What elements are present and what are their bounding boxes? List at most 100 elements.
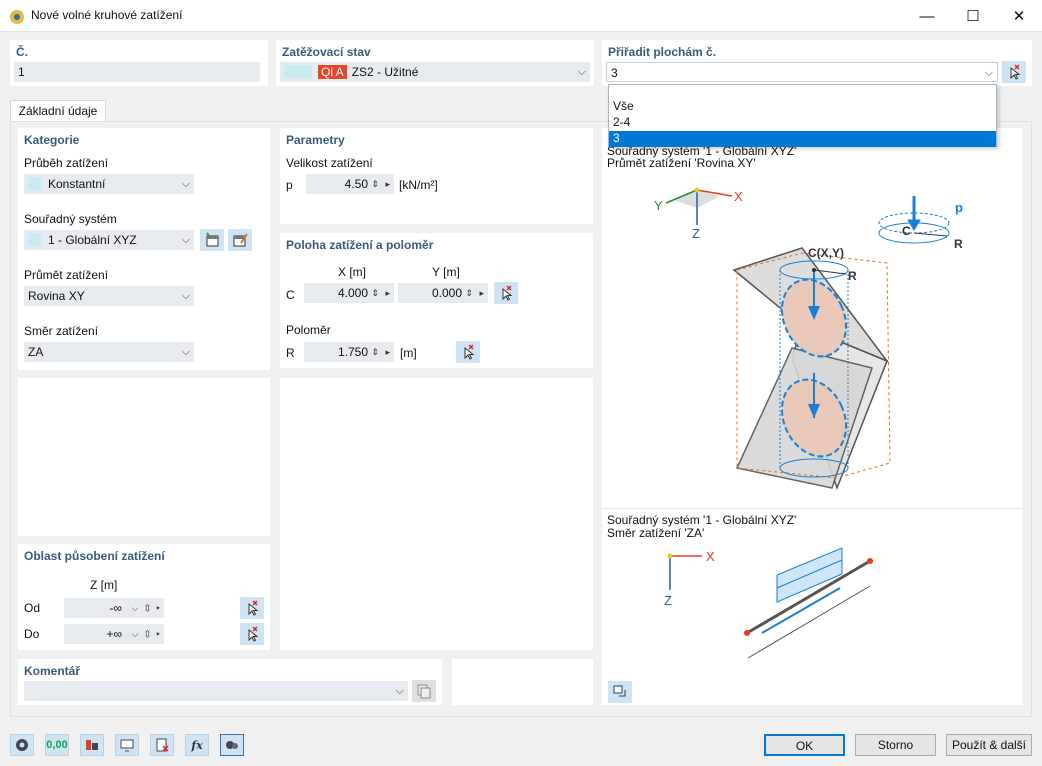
c-symbol-label: C	[902, 224, 911, 238]
loadcase-label: Zatěžovací stav	[282, 45, 371, 59]
color-swatch	[28, 233, 42, 246]
to-field[interactable]: +∞ ⌵ ⇕ ▸	[64, 624, 164, 644]
empty-panel	[18, 378, 270, 536]
pick-to-button[interactable]	[240, 623, 264, 645]
position-panel: Poloha zatížení a poloměr X [m] Y [m] C …	[280, 233, 593, 368]
p-field[interactable]: 4.50 ⇕ ▸	[306, 174, 394, 194]
preview-toggle-button[interactable]	[608, 681, 632, 703]
magnitude-label: Velikost zatížení	[286, 156, 373, 170]
loadcase-value: ZS2 - Užitné	[351, 65, 419, 79]
to-value: +∞	[106, 627, 122, 641]
projection-dropdown[interactable]: Rovina XY ⌵	[24, 286, 194, 306]
assign-dropdown[interactable]: 3 ⌵	[606, 62, 998, 82]
preview-diagram: X Y Z p C R C(X,Y) R X Z	[654, 187, 963, 659]
comment-title: Komentář	[24, 664, 81, 678]
chevron-down-icon: ⌵	[181, 290, 190, 302]
direction-dropdown[interactable]: ZA ⌵	[24, 342, 194, 362]
empty-panel-small	[452, 659, 593, 705]
c-label: C	[286, 288, 295, 302]
spin-icon[interactable]: ⇕ ▸	[371, 342, 392, 362]
category-panel: Kategorie Průběh zatížení Konstantní ⌵ So…	[18, 128, 270, 370]
spin-chevron-icon[interactable]: ⌵ ⇕ ▸	[132, 598, 162, 618]
pick-center-button[interactable]	[494, 282, 518, 304]
copy-comment-button[interactable]	[412, 680, 436, 702]
y-header: Y [m]	[432, 265, 460, 279]
from-value: -∞	[109, 601, 122, 615]
formula-button[interactable]: fx	[185, 734, 209, 756]
comment-dropdown[interactable]: ⌵	[24, 681, 408, 701]
apply-next-button[interactable]: Použít & další	[946, 734, 1032, 756]
pick-from-button[interactable]	[240, 597, 264, 619]
search-icon	[16, 739, 28, 751]
cursor-pick-icon	[248, 626, 259, 642]
spin-icon[interactable]: ⇕ ▸	[371, 174, 392, 194]
p-symbol-label: p	[955, 200, 963, 215]
parameters-title: Parametry	[286, 133, 345, 147]
chevron-down-icon: ⌵	[181, 234, 190, 246]
chevron-down-icon: ⌵	[984, 67, 993, 79]
y-value: 0.000	[431, 286, 462, 300]
pick-surface-button[interactable]	[1002, 61, 1026, 83]
document-cross-icon	[156, 738, 169, 752]
number-field[interactable]: 1	[14, 62, 260, 82]
axes-icon: X Y Z	[654, 187, 743, 241]
from-field[interactable]: -∞ ⌵ ⇕ ▸	[64, 598, 164, 618]
new-coord-button[interactable]	[200, 229, 224, 251]
axis-x-label-2d: X	[706, 549, 715, 564]
close-button[interactable]: ✕	[996, 0, 1042, 32]
assign-option-3[interactable]: 3	[609, 131, 996, 147]
axis-z-label-2d: Z	[664, 593, 672, 608]
app-icon	[10, 10, 24, 24]
gears-icon	[226, 741, 238, 749]
beam-load-icon	[744, 547, 873, 659]
category-title: Kategorie	[24, 133, 80, 147]
search-button[interactable]	[10, 734, 34, 756]
tab-basic[interactable]: Základní údaje	[10, 100, 106, 122]
r-field[interactable]: 1.750 ⇕ ▸	[304, 342, 394, 362]
chevron-down-icon: ⌵	[395, 685, 404, 697]
spin-chevron-icon[interactable]: ⌵ ⇕ ▸	[132, 624, 162, 644]
p-unit: [kN/m²]	[399, 178, 438, 192]
assign-option-all[interactable]: Vše	[613, 99, 634, 113]
pick-radius-button[interactable]	[456, 341, 480, 363]
r-unit: [m]	[400, 346, 417, 360]
assign-label: Přiřadit plochám č.	[608, 45, 717, 59]
x-value: 4.000	[337, 286, 368, 300]
direction-label: Směr zatížení	[24, 324, 99, 338]
edit-coord-button[interactable]	[228, 229, 252, 251]
radius-label: Poloměr	[286, 323, 331, 337]
assign-option-2-4[interactable]: 2-4	[613, 115, 630, 129]
x-field[interactable]: 4.000 ⇕ ▸	[304, 283, 394, 303]
y-field[interactable]: 0.000 ⇕ ▸	[398, 283, 488, 303]
scripts-button[interactable]	[220, 734, 244, 756]
display-settings-icon	[86, 740, 98, 750]
coord-dropdown[interactable]: 1 - Globální XYZ ⌵	[24, 230, 194, 250]
delete-selection-button[interactable]	[150, 734, 174, 756]
r-value: 1.750	[337, 345, 368, 359]
ok-button[interactable]: OK	[764, 734, 845, 756]
minimize-button[interactable]: —	[904, 0, 950, 32]
spin-icon[interactable]: ⇕ ▸	[371, 283, 392, 303]
distribution-dropdown[interactable]: Konstantní ⌵	[24, 174, 194, 194]
maximize-button[interactable]: ☐	[950, 0, 996, 32]
chevron-down-icon: ⌵	[181, 178, 190, 190]
spin-icon[interactable]: ⇕ ▸	[465, 283, 486, 303]
window-title: Nové volné kruhové zatížení	[31, 8, 183, 22]
loadcase-code-badge: Qi A	[318, 65, 347, 79]
area-title: Oblast působení zatížení	[24, 549, 165, 563]
preview-panel: Souřadný systém '1 - Globální XYZ' Průmě…	[602, 128, 1022, 705]
view-button[interactable]	[115, 734, 139, 756]
cursor-pick-icon	[502, 285, 513, 301]
units-button[interactable]: 0,00	[45, 734, 69, 756]
axis-x-label: X	[734, 189, 743, 204]
p-label: p	[286, 178, 293, 192]
z-header: Z [m]	[90, 578, 118, 592]
cancel-button[interactable]: Storno	[855, 734, 936, 756]
display-settings-button[interactable]	[80, 734, 104, 756]
r-label-3d: R	[848, 269, 857, 283]
loadcase-dropdown[interactable]: Qi A ZS2 - Užitné ⌵	[280, 62, 590, 82]
number-panel: Č. 1	[10, 40, 268, 86]
axis-z-label: Z	[692, 226, 700, 241]
coord-label: Souřadný systém	[24, 212, 117, 226]
p-value: 4.50	[344, 177, 368, 191]
